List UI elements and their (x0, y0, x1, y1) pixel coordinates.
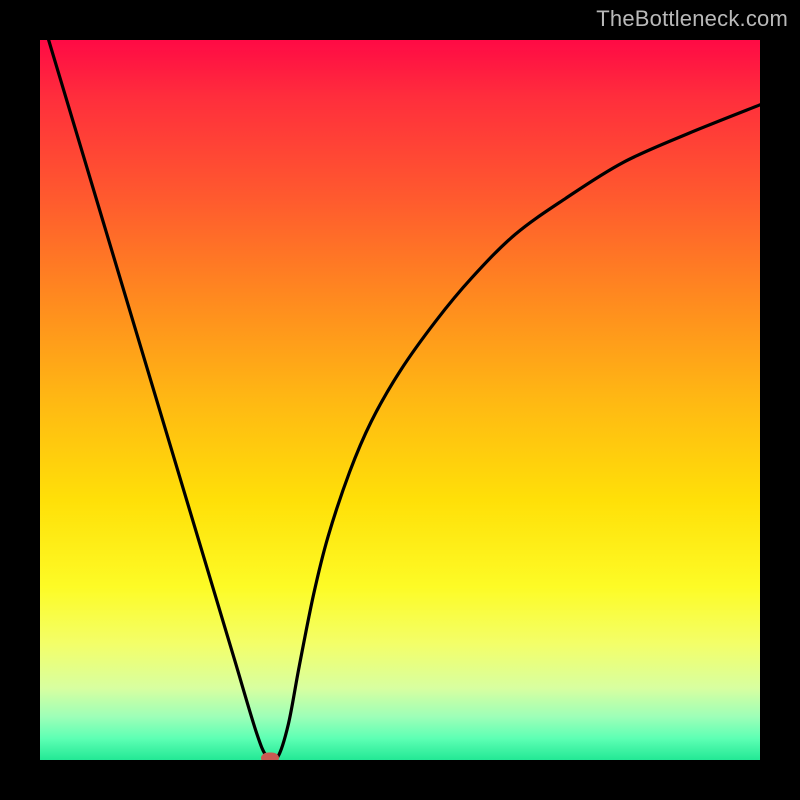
watermark-label: TheBottleneck.com (596, 6, 788, 32)
curve-svg (40, 40, 760, 760)
optimal-point-marker (261, 753, 279, 761)
plot-area (40, 40, 760, 760)
bottleneck-curve (40, 40, 760, 760)
chart-frame: TheBottleneck.com (0, 0, 800, 800)
